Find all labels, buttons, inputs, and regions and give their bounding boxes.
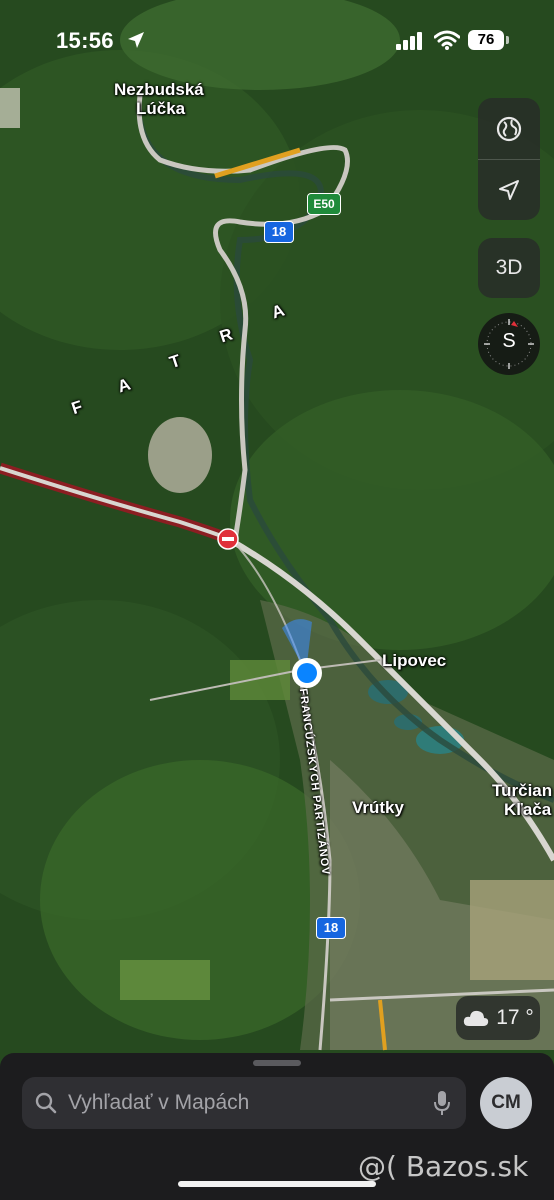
no-entry-icon[interactable] xyxy=(217,528,239,550)
map-label-nezbudska[interactable]: Nezbudská xyxy=(114,80,204,100)
wifi-icon xyxy=(434,30,460,50)
home-indicator[interactable] xyxy=(178,1181,376,1187)
microphone-icon[interactable] xyxy=(432,1089,452,1117)
road-shield-e50[interactable]: E50 xyxy=(307,193,341,215)
map-label-vrutky[interactable]: Vrútky xyxy=(352,798,404,818)
status-time: 15:56 xyxy=(56,28,114,53)
weather-temperature: 17 ° xyxy=(496,1006,534,1029)
globe-icon xyxy=(496,116,522,141)
battery-level: 76 xyxy=(468,30,504,50)
road-shield-18-bottom[interactable]: 18 xyxy=(316,917,346,939)
sheet-grabber[interactable] xyxy=(253,1060,301,1066)
weather-badge[interactable]: 17 ° xyxy=(456,996,540,1040)
compass-letter: S xyxy=(502,330,516,352)
search-input[interactable]: Vyhľadať v Mapách xyxy=(68,1091,249,1115)
cloud-icon xyxy=(464,1010,489,1026)
map-controls-group xyxy=(478,98,540,220)
account-avatar[interactable]: CM xyxy=(480,1077,532,1129)
map-label-lucka[interactable]: Lúčka xyxy=(136,99,185,119)
track-location-button[interactable] xyxy=(478,160,540,220)
location-arrow-icon xyxy=(499,179,519,200)
3d-button[interactable]: 3D xyxy=(478,238,540,298)
search-bar[interactable]: Vyhľadať v Mapách xyxy=(22,1077,466,1129)
map-label-lipovec[interactable]: Lipovec xyxy=(382,651,446,671)
cellular-signal-icon xyxy=(396,32,422,50)
status-bar: 15:56 76 xyxy=(0,0,554,80)
compass-button[interactable]: S xyxy=(478,313,540,375)
watermark: @( Bazos.sk xyxy=(358,1150,529,1183)
battery-tip xyxy=(506,36,509,44)
current-location-dot[interactable] xyxy=(290,656,324,690)
road-shield-18-top[interactable]: 18 xyxy=(264,221,294,243)
search-icon xyxy=(35,1092,57,1114)
map-label-klaca[interactable]: Kľača xyxy=(504,800,551,820)
map-mode-button[interactable] xyxy=(478,99,540,159)
location-services-icon xyxy=(128,32,144,48)
map-label-turcian[interactable]: Turčian xyxy=(492,781,552,801)
